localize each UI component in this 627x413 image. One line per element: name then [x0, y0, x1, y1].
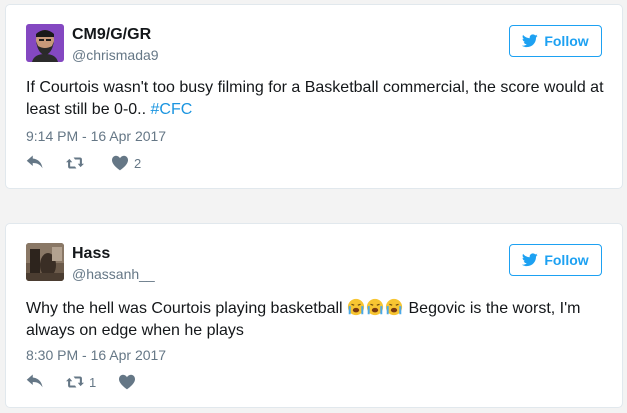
reply-icon [26, 374, 43, 388]
user-avatar[interactable] [26, 243, 64, 281]
tweet-text: Why the hell was Courtois playing basket… [26, 298, 606, 342]
tweet-timestamp[interactable]: 9:14 PM - 16 Apr 2017 [26, 128, 166, 144]
bird-icon [522, 34, 539, 48]
loudly-crying-face-icon [347, 298, 365, 316]
retweet-button[interactable] [66, 155, 89, 171]
tweet-actions: 2 [26, 155, 163, 171]
tweet-text: If Courtois wasn't too busy filming for … [26, 77, 606, 121]
user-display-name[interactable]: CM9/G/GR [72, 26, 151, 44]
reply-icon [26, 155, 43, 169]
loudly-crying-face-icon [385, 298, 403, 316]
tweet-text-body: If Courtois wasn't too busy filming for … [26, 79, 604, 118]
loudly-crying-face-icon [366, 298, 384, 316]
dark-room-avatar-icon [26, 243, 64, 281]
retweet-count: 1 [89, 374, 97, 390]
follow-label: Follow [544, 252, 589, 268]
heart-icon [112, 155, 128, 171]
reply-button[interactable] [26, 155, 44, 171]
user-display-name[interactable]: Hass [72, 245, 110, 263]
retweet-button[interactable]: 1 [66, 374, 96, 390]
like-button[interactable]: 2 [111, 155, 141, 171]
user-handle[interactable]: @chrismada9 [72, 47, 159, 63]
retweet-icon [66, 157, 84, 169]
like-button[interactable] [118, 374, 141, 390]
follow-label: Follow [544, 33, 589, 49]
retweet-icon [66, 376, 84, 388]
tweet-card: Hass @hassanh__ Follow Why the hell was … [5, 223, 623, 408]
hashtag-link[interactable]: #CFC [151, 101, 193, 118]
user-handle[interactable]: @hassanh__ [72, 266, 155, 282]
tweet-timestamp[interactable]: 8:30 PM - 16 Apr 2017 [26, 347, 166, 363]
reply-button[interactable] [26, 374, 44, 390]
follow-button[interactable]: Follow [509, 25, 602, 57]
tweet-card: CM9/G/GR @chrismada9 Follow If Courtois … [5, 4, 623, 189]
tweet-actions: 1 [26, 374, 163, 390]
heart-icon [119, 374, 136, 390]
bird-icon [522, 253, 539, 267]
bearded-man-avatar-icon [26, 24, 64, 62]
tweet-text-body: Why the hell was Courtois playing basket… [26, 300, 348, 317]
follow-button[interactable]: Follow [509, 244, 602, 276]
user-avatar[interactable] [26, 24, 64, 62]
like-count: 2 [134, 155, 142, 171]
